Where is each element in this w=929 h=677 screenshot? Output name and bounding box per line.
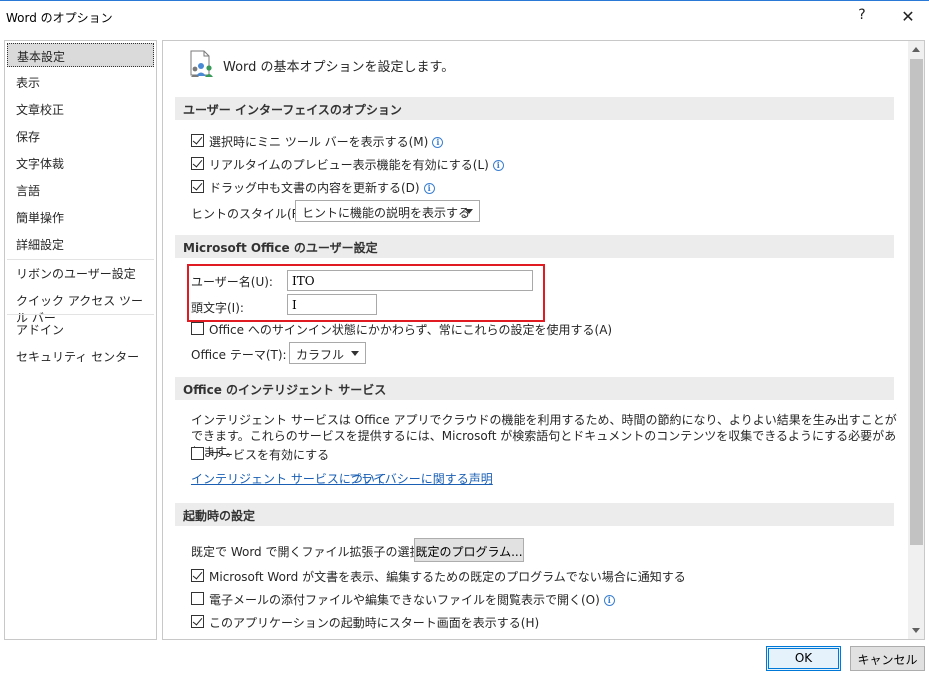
enable-services-label: サービスを有効にする [209,448,330,462]
ok-button-label: OK [794,651,813,665]
close-button[interactable]: ✕ [896,7,920,27]
live-preview-label: リアルタイムのプレビュー表示機能を有効にする(L) [209,158,489,172]
category-sidebar: 基本設定 表示 文章校正 保存 文字体裁 言語 簡単操作 詳細設定 リボンのユー… [4,40,157,640]
window-title: Word のオプション [6,11,113,25]
office-theme-select[interactable]: カラフル [289,342,366,364]
always-use-settings-label: Office へのサインイン状態にかかわらず、常にこれらの設定を使用する(A) [209,323,613,337]
show-start-screen-checkbox[interactable] [191,615,204,628]
scroll-down-arrow-icon[interactable] [908,622,924,639]
sidebar-item-quick-access-toolbar[interactable]: クイック アクセス ツール バー [7,288,154,325]
sidebar-item-addins[interactable]: アドイン [7,317,154,341]
cancel-button[interactable]: キャンセル [850,646,925,671]
tooltip-style-label: ヒントのスタイル(R): [191,207,309,221]
drag-update-row: ドラッグ中も文書の内容を更新する(D) i [209,179,435,196]
sidebar-item-general[interactable]: 基本設定 [7,43,154,67]
section-startup: 起動時の設定 [175,503,894,526]
office-theme-label: Office テーマ(T): [191,348,287,362]
sidebar-item-typography[interactable]: 文字体裁 [7,151,154,175]
notify-default-label: Microsoft Word が文書を表示、編集するための既定のプログラムでない… [209,570,686,584]
chevron-down-icon [351,351,359,356]
section-user-settings: Microsoft Office のユーザー設定 [175,235,894,258]
sidebar-item-advanced[interactable]: 詳細設定 [7,232,154,256]
section-ui-options: ユーザー インターフェイスのオプション [175,97,894,120]
help-button[interactable]: ? [850,7,874,27]
scroll-up-arrow-icon[interactable] [908,41,924,58]
notify-default-checkbox[interactable] [191,569,204,582]
drag-update-checkbox[interactable] [191,180,204,193]
options-people-icon [190,50,213,77]
sidebar-divider [7,259,154,260]
tooltip-style-select[interactable]: ヒントに機能の説明を表示する [295,200,480,222]
always-use-settings-checkbox[interactable] [191,322,204,335]
info-icon: i [492,160,504,171]
info-icon: i [423,183,435,194]
sidebar-item-save[interactable]: 保存 [7,124,154,148]
mini-toolbar-checkbox[interactable] [191,134,204,147]
vertical-scrollbar[interactable] [908,41,924,639]
drag-update-label: ドラッグ中も文書の内容を更新する(D) [209,181,420,195]
options-content-pane: Word の基本オプションを設定します。 ユーザー インターフェイスのオプション… [162,40,925,640]
mini-toolbar-label: 選択時にミニ ツール バーを表示する(M) [209,135,429,149]
mini-toolbar-row: 選択時にミニ ツール バーを表示する(M) i [209,133,444,150]
scrollbar-thumb[interactable] [910,59,923,545]
info-icon: i [603,595,615,606]
sidebar-divider [7,314,154,315]
office-theme-value: カラフル [296,348,345,362]
chevron-down-icon [465,209,473,214]
open-attachments-row: 電子メールの添付ファイルや編集できないファイルを閲覧表示で開く(O) i [209,591,615,608]
enable-services-checkbox[interactable] [191,447,204,460]
default-programs-button[interactable]: 既定のプログラム... [414,538,524,562]
live-preview-row: リアルタイムのプレビュー表示機能を有効にする(L) i [209,156,504,173]
sidebar-item-trust-center[interactable]: セキュリティ センター [7,344,154,368]
live-preview-checkbox[interactable] [191,157,204,170]
tooltip-style-value: ヒントに機能の説明を表示する [302,206,471,220]
open-attachments-label: 電子メールの添付ファイルや編集できないファイルを閲覧表示で開く(O) [209,593,600,607]
sidebar-item-display[interactable]: 表示 [7,70,154,94]
info-icon: i [432,137,444,148]
sidebar-item-language[interactable]: 言語 [7,178,154,202]
show-start-screen-label: このアプリケーションの起動時にスタート画面を表示する(H) [209,616,540,630]
sidebar-item-accessibility[interactable]: 簡単操作 [7,205,154,229]
title-bar: Word のオプション ? ✕ [0,0,929,32]
ok-button[interactable]: OK [766,646,841,671]
open-attachments-checkbox[interactable] [191,592,204,605]
default-extension-label: 既定で Word で開くファイル拡張子の選択: [191,545,426,559]
sidebar-item-proofing[interactable]: 文章校正 [7,97,154,121]
privacy-statement-link[interactable]: プライバシーに関する声明 [349,470,493,487]
sidebar-item-customize-ribbon[interactable]: リボンのユーザー設定 [7,261,154,285]
highlight-annotation-box [187,264,545,322]
page-header-text: Word の基本オプションを設定します。 [223,60,455,75]
section-intelligent-services: Office のインテリジェント サービス [175,377,894,400]
